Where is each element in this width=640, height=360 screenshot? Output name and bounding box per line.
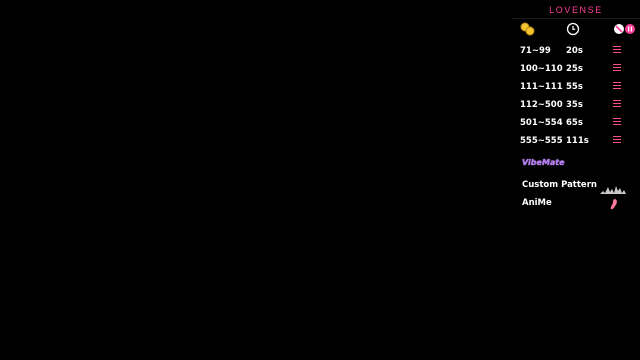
tip-level-row: 555~555 111s	[512, 132, 640, 150]
tip-range: 71~99	[520, 46, 551, 56]
pause-icon[interactable]	[624, 22, 636, 40]
pattern-bars-icon	[613, 118, 621, 128]
tip-range: 100~110	[520, 64, 563, 74]
pattern-bars-icon	[613, 46, 621, 56]
tip-range: 501~554	[520, 118, 563, 128]
vibemate-logo: VibeMate	[522, 158, 565, 167]
tip-range: 555~555	[520, 136, 563, 146]
tip-range: 111~111	[520, 82, 563, 92]
pattern-bars-icon	[613, 136, 621, 146]
divider	[512, 18, 640, 19]
pattern-bars-icon	[613, 64, 621, 74]
tip-level-row: 100~110 25s	[512, 60, 640, 78]
coins-icon	[520, 22, 536, 40]
tip-level-row: 111~111 55s	[512, 78, 640, 96]
tip-level-row: 501~554 65s	[512, 114, 640, 132]
vibration-duration: 55s	[566, 82, 583, 92]
pink-toy-icon	[610, 196, 618, 215]
brand-logo: LOVENSE	[549, 5, 603, 15]
pattern-bars-icon	[613, 100, 621, 110]
tip-level-row: 112~500 35s	[512, 96, 640, 114]
vibration-duration: 35s	[566, 100, 583, 110]
tip-level-row: 71~99 20s	[512, 42, 640, 60]
tip-menu-panel: LOVENSE 71~99 20s 100~110 25s 111~111 55…	[512, 0, 640, 216]
tip-range: 112~500	[520, 100, 563, 110]
vibration-duration: 111s	[566, 136, 589, 146]
custom-pattern-item: Custom Pattern	[522, 180, 597, 190]
clock-icon	[566, 22, 580, 40]
pattern-bars-icon	[613, 82, 621, 92]
vibration-duration: 25s	[566, 64, 583, 74]
vibration-duration: 20s	[566, 46, 583, 56]
anime-item: AniMe	[522, 198, 552, 208]
vibration-duration: 65s	[566, 118, 583, 128]
